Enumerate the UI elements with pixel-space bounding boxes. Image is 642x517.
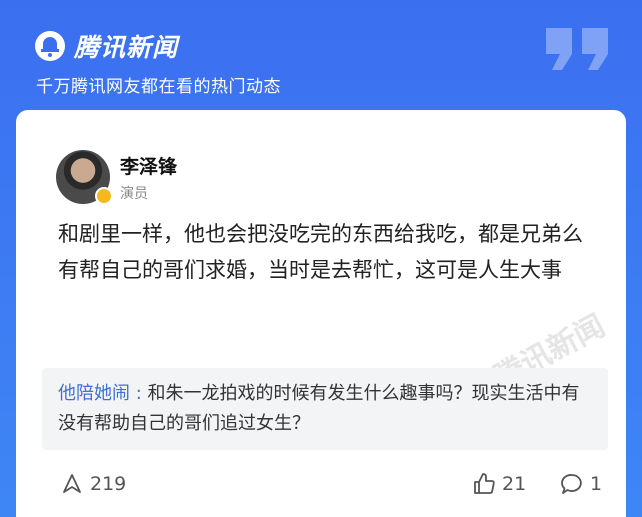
share-count: 219 bbox=[90, 473, 127, 495]
author-text: 李泽锋 演员 bbox=[120, 152, 177, 204]
brand: 腾讯新闻 bbox=[34, 28, 178, 64]
action-bar: 219 21 1 bbox=[60, 472, 602, 502]
share-button[interactable]: 219 bbox=[60, 472, 126, 496]
answer-paragraph: 和剧里一样，他也会把没吃完的东西给我吃，都是兄弟么 bbox=[58, 222, 583, 246]
brand-tagline: 千万腾讯网友都在看的热门动态 bbox=[36, 77, 281, 97]
like-button[interactable]: 21 bbox=[472, 472, 526, 496]
question-box[interactable]: 他陪她闹 : 和朱一龙拍戏的时候有发生什么趣事吗？现实生活中有没有帮助自己的哥们… bbox=[42, 368, 608, 450]
thumbs-up-icon bbox=[474, 473, 495, 494]
tencent-news-logo-icon bbox=[35, 31, 65, 61]
share-icon bbox=[63, 474, 81, 493]
comment-button[interactable]: 1 bbox=[560, 472, 602, 496]
verified-badge-icon bbox=[95, 187, 113, 205]
comment-count: 1 bbox=[590, 473, 603, 495]
author-role: 演员 bbox=[120, 186, 148, 202]
comment-icon bbox=[561, 474, 582, 494]
brand-name: 腾讯新闻 bbox=[74, 33, 179, 62]
quote-mark-icon bbox=[546, 28, 608, 70]
author-info[interactable]: 李泽锋 演员 bbox=[56, 150, 177, 205]
like-count: 21 bbox=[502, 473, 527, 495]
author-name[interactable]: 李泽锋 bbox=[120, 152, 177, 179]
question-asker[interactable]: 他陪她闹 : bbox=[58, 383, 142, 404]
post-card: 李泽锋 演员 和剧里一样，他也会把没吃完的东西给我吃，都是兄弟么 有帮自己的哥们… bbox=[16, 110, 626, 517]
avatar[interactable] bbox=[56, 150, 113, 205]
answer-paragraph: 有帮自己的哥们求婚，当时是去帮忙，这可是人生大事 bbox=[58, 258, 562, 282]
answer-text: 和剧里一样，他也会把没吃完的东西给我吃，都是兄弟么 有帮自己的哥们求婚，当时是去… bbox=[58, 216, 588, 288]
